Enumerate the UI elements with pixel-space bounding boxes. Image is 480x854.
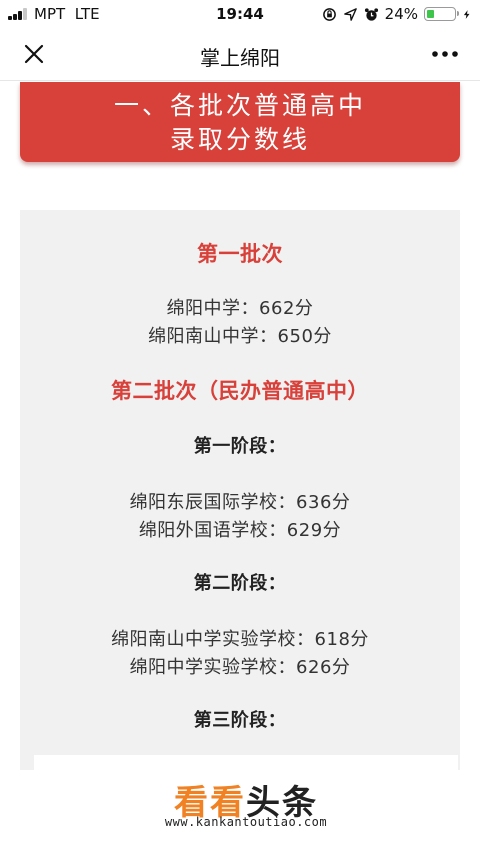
status-bar: MPT LTE 19:44 24% xyxy=(0,0,480,28)
page-title: 掌上绵阳 xyxy=(200,46,280,70)
score-line: 绵阳中学实验学校：626分 xyxy=(129,657,351,678)
battery-percentage: 24% xyxy=(384,5,418,23)
watermark: 看看头条 www.kankantoutiao.com xyxy=(34,755,458,847)
banner-title-line2: 录取分数线 xyxy=(169,125,310,154)
location-arrow-icon xyxy=(343,7,357,21)
section-banner: 一、各批次普通高中 录取分数线 xyxy=(20,82,460,162)
alarm-clock-icon xyxy=(364,7,378,21)
battery-icon xyxy=(424,7,459,21)
watermark-url: www.kankantoutiao.com xyxy=(164,815,328,829)
score-line: 绵阳中学：662分 xyxy=(166,298,314,319)
stage2-heading: 第二阶段： xyxy=(193,573,287,594)
stage1-heading: 第一阶段： xyxy=(193,436,287,457)
score-line: 绵阳南山中学：650分 xyxy=(148,326,332,347)
status-icons: 24% xyxy=(322,3,472,25)
score-line: 绵阳外国语学校：629分 xyxy=(138,520,342,541)
more-options-icon[interactable] xyxy=(430,42,460,66)
score-line: 绵阳东辰国际学校：636分 xyxy=(129,492,351,513)
stage3-heading: 第三阶段： xyxy=(193,710,287,731)
nav-bar: 掌上绵阳 xyxy=(0,28,480,81)
score-line: 绵阳南山中学实验学校：618分 xyxy=(111,629,369,650)
batch1-heading: 第一批次 xyxy=(197,242,283,266)
batch2-heading: 第二批次（民办普通高中） xyxy=(111,379,369,403)
rotation-lock-icon xyxy=(322,7,336,21)
charging-bolt-icon xyxy=(463,9,470,19)
banner-title-line1: 一、各批次普通高中 xyxy=(113,91,366,120)
